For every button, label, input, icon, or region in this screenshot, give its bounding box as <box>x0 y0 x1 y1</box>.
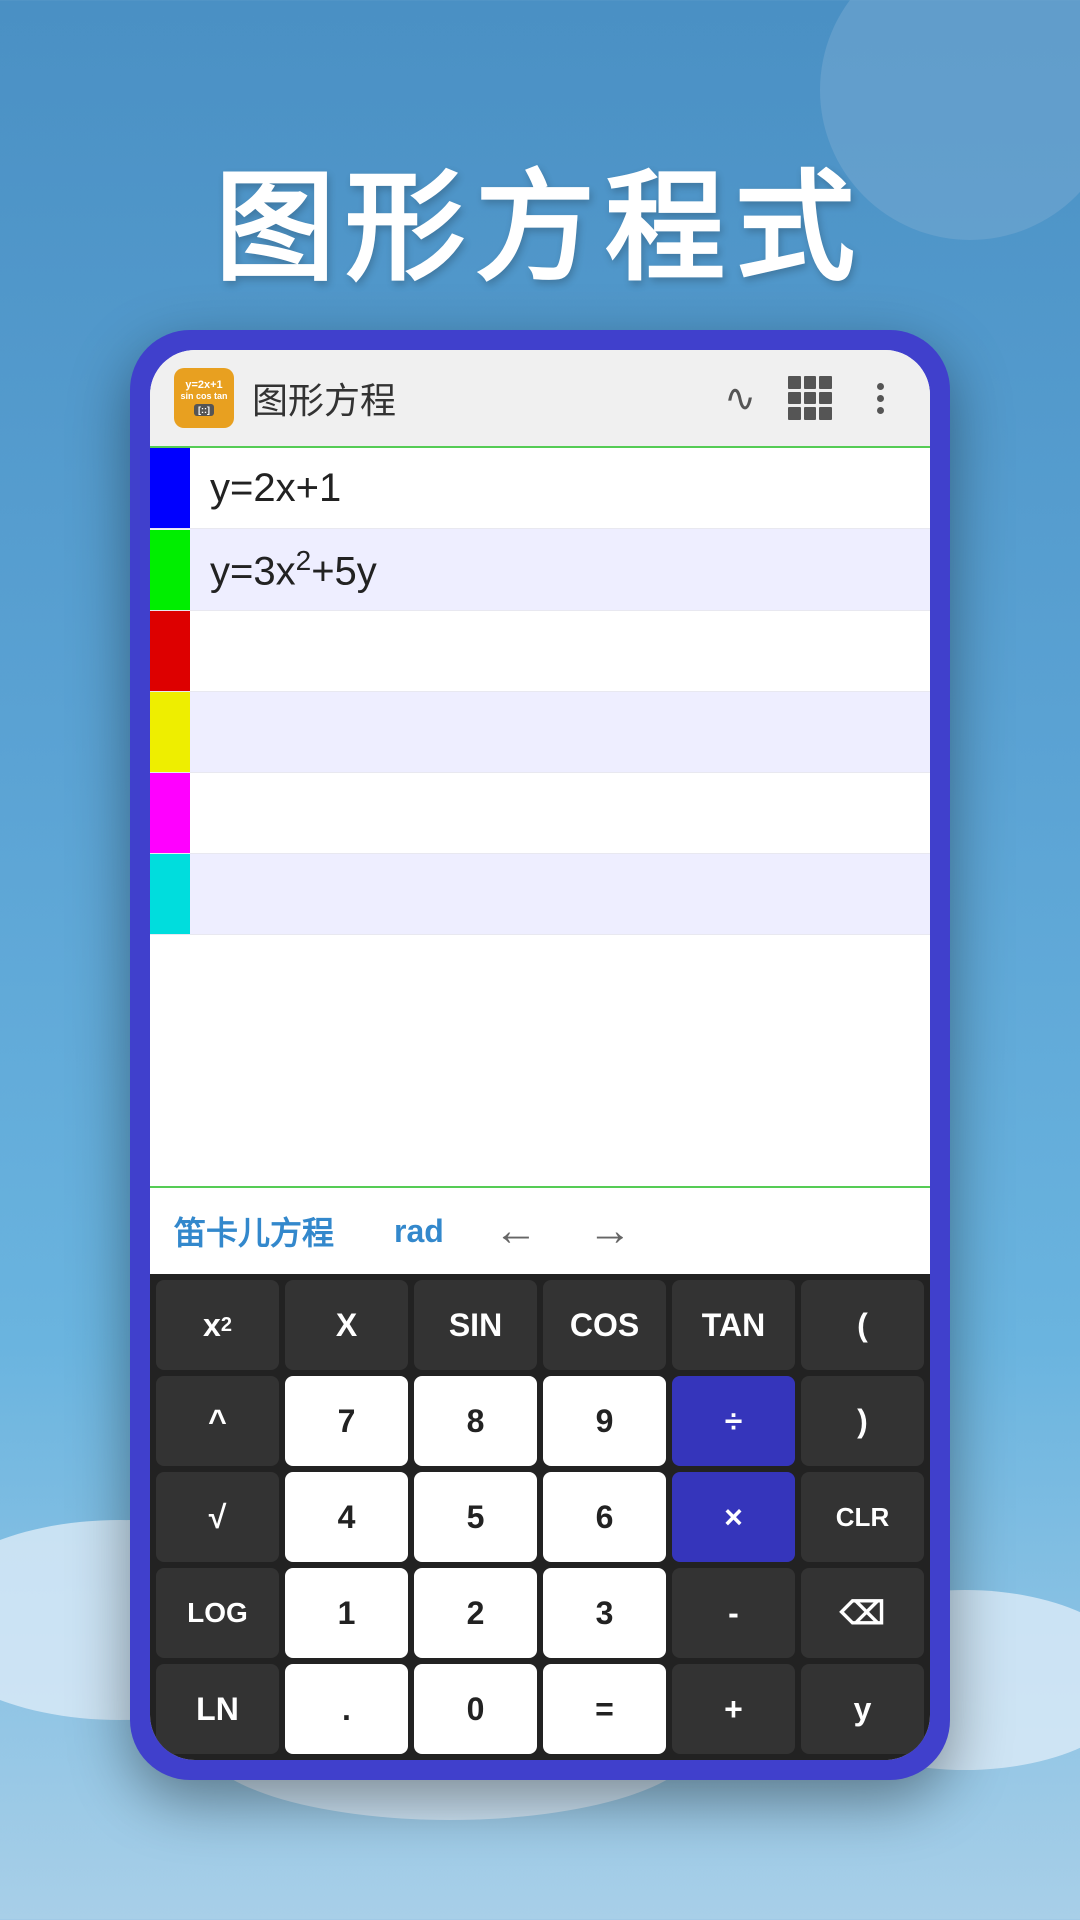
key-cos[interactable]: COS <box>543 1280 666 1370</box>
eq-color-bar-5 <box>150 773 190 853</box>
key-ln[interactable]: LN <box>156 1664 279 1754</box>
key-x[interactable]: X <box>285 1280 408 1370</box>
key-7[interactable]: 7 <box>285 1376 408 1466</box>
key-dot[interactable]: . <box>285 1664 408 1754</box>
eq-color-bar-6 <box>150 854 190 934</box>
eq-color-bar-1 <box>150 448 190 528</box>
app-header: y=2x+1 sin cos tan [::] 图形方程 ∿ <box>150 350 930 448</box>
key-9[interactable]: 9 <box>543 1376 666 1466</box>
eq-text-6[interactable] <box>190 878 230 910</box>
key-3[interactable]: 3 <box>543 1568 666 1658</box>
phone-screen: y=2x+1 sin cos tan [::] 图形方程 ∿ <box>150 350 930 1760</box>
key-multiply[interactable]: × <box>672 1472 795 1562</box>
key-6[interactable]: 6 <box>543 1472 666 1562</box>
key-2[interactable]: 2 <box>414 1568 537 1658</box>
key-8[interactable]: 8 <box>414 1376 537 1466</box>
eq-color-bar-3 <box>150 611 190 691</box>
arrow-right-button[interactable]: → <box>588 1206 632 1256</box>
equation-list: y=2x+1 y=3x2+5y <box>150 448 930 1186</box>
wave-icon: ∿ <box>724 376 756 421</box>
key-divide[interactable]: ÷ <box>672 1376 795 1466</box>
phone-wrapper: y=2x+1 sin cos tan [::] 图形方程 ∿ <box>130 330 950 1780</box>
key-equals[interactable]: = <box>543 1664 666 1754</box>
key-row-3: √ 4 5 6 × CLR <box>156 1472 924 1562</box>
key-0[interactable]: 0 <box>414 1664 537 1754</box>
app-icon-top: y=2x+1 <box>185 380 222 391</box>
key-row-1: x2 X SIN COS TAN ( <box>156 1280 924 1370</box>
key-open-paren[interactable]: ( <box>801 1280 924 1370</box>
eq-row-6[interactable] <box>150 854 930 935</box>
keyboard: x2 X SIN COS TAN ( ^ 7 8 9 ÷ ) <box>150 1274 930 1760</box>
eq-text-3[interactable] <box>190 635 230 667</box>
phone-frame: y=2x+1 sin cos tan [::] 图形方程 ∿ <box>130 330 950 1780</box>
page-title: 图形方程式 <box>0 130 1080 304</box>
eq-color-bar-2 <box>150 530 190 610</box>
key-x2[interactable]: x2 <box>156 1280 279 1370</box>
grid-icon <box>788 376 832 420</box>
eq-row-2[interactable]: y=3x2+5y <box>150 529 930 611</box>
rad-label[interactable]: rad <box>394 1213 444 1250</box>
app-icon-bottom: [::] <box>194 404 214 416</box>
key-row-4: LOG 1 2 3 - ⌫ <box>156 1568 924 1658</box>
eq-row-1[interactable]: y=2x+1 <box>150 448 930 529</box>
key-caret[interactable]: ^ <box>156 1376 279 1466</box>
arrow-left-button[interactable]: ← <box>494 1206 538 1256</box>
key-backspace[interactable]: ⌫ <box>801 1568 924 1658</box>
eq-row-4[interactable] <box>150 692 930 773</box>
key-sqrt[interactable]: √ <box>156 1472 279 1562</box>
key-y[interactable]: y <box>801 1664 924 1754</box>
key-row-2: ^ 7 8 9 ÷ ) <box>156 1376 924 1466</box>
bottom-bar: 笛卡儿方程 rad ← → <box>150 1186 930 1274</box>
key-sin[interactable]: SIN <box>414 1280 537 1370</box>
app-icon-mid: sin cos tan <box>180 391 227 402</box>
eq-color-bar-4 <box>150 692 190 772</box>
eq-text-4[interactable] <box>190 716 230 748</box>
key-minus[interactable]: - <box>672 1568 795 1658</box>
eq-text-2[interactable]: y=3x2+5y <box>190 529 397 610</box>
key-5[interactable]: 5 <box>414 1472 537 1562</box>
key-plus[interactable]: + <box>672 1664 795 1754</box>
grid-button[interactable] <box>784 372 836 424</box>
key-tan[interactable]: TAN <box>672 1280 795 1370</box>
key-4[interactable]: 4 <box>285 1472 408 1562</box>
key-close-paren[interactable]: ) <box>801 1376 924 1466</box>
key-clr[interactable]: CLR <box>801 1472 924 1562</box>
eq-text-1[interactable]: y=2x+1 <box>190 450 361 527</box>
wave-button[interactable]: ∿ <box>714 372 766 424</box>
eq-row-3[interactable] <box>150 611 930 692</box>
dots-icon <box>877 383 884 414</box>
eq-row-5[interactable] <box>150 773 930 854</box>
eq-text-5[interactable] <box>190 797 230 829</box>
app-title: 图形方程 <box>252 372 696 424</box>
more-button[interactable] <box>854 372 906 424</box>
cartesian-label[interactable]: 笛卡儿方程 <box>174 1208 334 1254</box>
key-1[interactable]: 1 <box>285 1568 408 1658</box>
app-icon: y=2x+1 sin cos tan [::] <box>174 368 234 428</box>
key-row-5: LN . 0 = + y <box>156 1664 924 1754</box>
key-log[interactable]: LOG <box>156 1568 279 1658</box>
